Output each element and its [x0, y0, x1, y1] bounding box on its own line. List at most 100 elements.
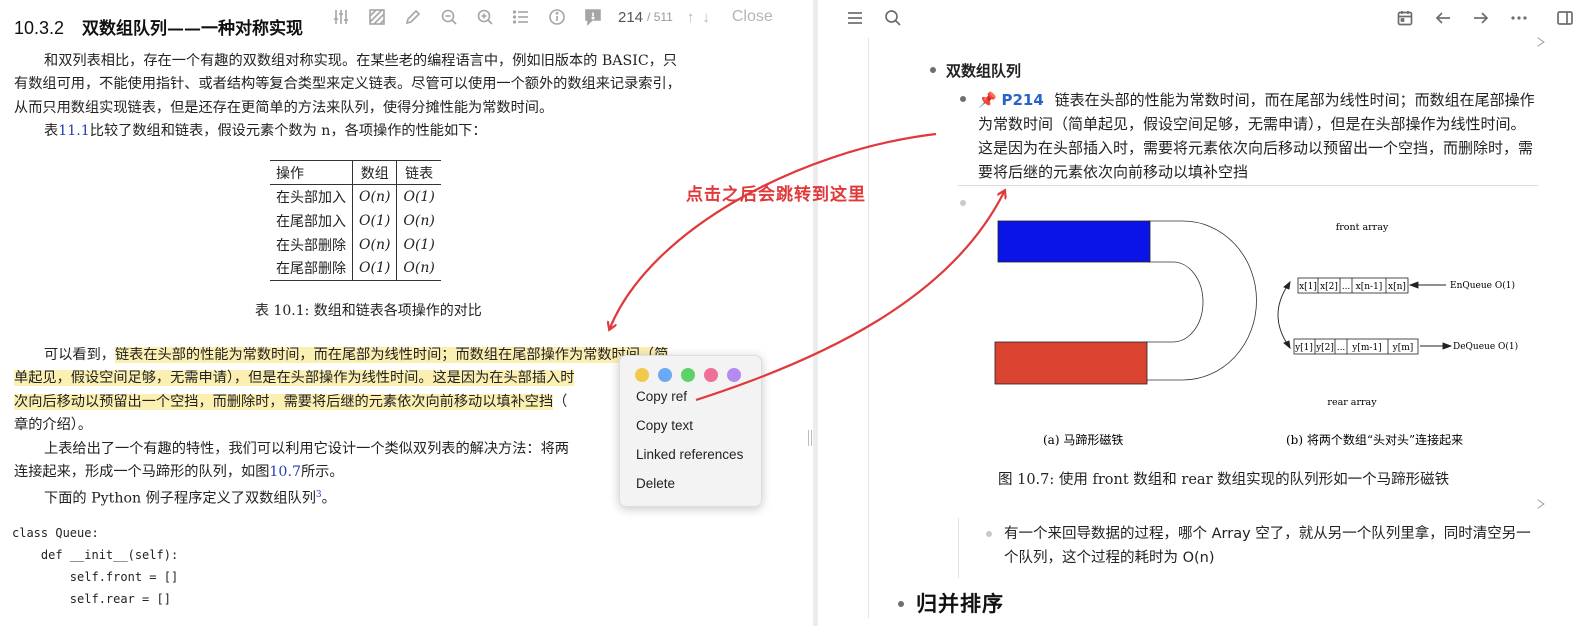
- table-row: 在头部删除 O(n) O(1): [270, 232, 441, 257]
- copy-ref-item[interactable]: Copy ref: [620, 382, 761, 411]
- pdf-viewer: 214 / 511 ↑ ↓ Close 10.3.2 双数组队列——一种对称实现 …: [0, 0, 812, 626]
- highlight[interactable]: 单起见，假设空间足够，无需申请），但是在头部操作为线性时间。这是因为在头部插入时: [14, 370, 575, 387]
- column-header: 数组: [352, 160, 398, 185]
- text-span: 所示。: [300, 464, 344, 481]
- array-cell: x[n]: [1388, 282, 1406, 292]
- front-array-cells: x[1] x[2] ... x[n-1] x[n]: [1297, 277, 1409, 294]
- magnet-blue-bar: [997, 220, 1151, 263]
- delete-item[interactable]: Delete: [620, 469, 761, 498]
- calendar-icon[interactable]: [1394, 7, 1416, 29]
- color-dot-green[interactable]: [681, 368, 695, 382]
- info-icon[interactable]: [546, 6, 568, 28]
- array-cell: x[1]: [1299, 282, 1317, 292]
- rear-array-label: rear array: [1327, 397, 1377, 408]
- code-line: self.rear = []: [12, 592, 171, 606]
- table-cell: O(1): [359, 212, 391, 229]
- rear-array-cells: y[1] y[2] ... y[m-1] y[m]: [1293, 338, 1419, 355]
- section-title: 双数组队列——一种对称实现: [82, 19, 304, 39]
- magnet-outer-arc: [1146, 220, 1257, 381]
- column-header: 链表: [405, 165, 434, 182]
- text-line: 有数组可用，不能使用指针、或者结构等复合类型来定义链表。尽管可以使用一个额外的数…: [14, 76, 681, 93]
- split-handle[interactable]: [808, 430, 812, 446]
- close-button[interactable]: Close: [732, 8, 773, 26]
- table-cell: O(n): [359, 236, 391, 253]
- table-cell: 在尾部删除: [270, 256, 353, 281]
- pdf-ref-block[interactable]: 📌 P214 链表在头部的性能为常数时间，而在尾部为线性时间；而数组在尾部操作为…: [978, 88, 1538, 184]
- highlight[interactable]: 次向后移动以预留出一个空挡，而删除时，需要将后继的元素依次向前移动以填补空挡: [14, 393, 554, 410]
- bullet-icon[interactable]: [960, 200, 966, 206]
- sidebar-toggle-icon[interactable]: [1554, 7, 1576, 29]
- magnet-inner-arc: [1146, 261, 1204, 343]
- page-down-button[interactable]: ↓: [702, 9, 710, 26]
- ref-page-link[interactable]: P214: [1001, 91, 1043, 109]
- copy-text-item[interactable]: Copy text: [620, 411, 761, 440]
- highlight[interactable]: 链表在头部的性能为常数时间，而在尾部为线性时间；而数组在尾部操作为常数时间（简: [114, 347, 669, 363]
- hatch-icon[interactable]: [366, 6, 388, 28]
- bullet-icon[interactable]: [986, 531, 992, 537]
- text-span: 连接起来，形成一个马蹄形的队列，如图: [14, 464, 270, 481]
- table-header-row: 操作 数组 链表: [270, 160, 441, 185]
- column-header: 操作: [270, 160, 353, 185]
- magnet-red-bar: [994, 341, 1148, 385]
- code-line: self.front = []: [12, 570, 179, 584]
- linked-references-item[interactable]: Linked references: [620, 440, 761, 469]
- text-line: 表11.1比较了数组和链表，假设元素个数为 n，各项操作的性能如下：: [14, 120, 730, 143]
- block-heading-queue[interactable]: 双数组队列: [946, 60, 1021, 81]
- array-cell: y[2]: [1315, 343, 1334, 353]
- table-row: 在头部加入 O(n) O(1): [270, 184, 441, 209]
- figure-ref-link[interactable]: 10.7: [269, 464, 301, 480]
- color-dot-purple[interactable]: [727, 368, 741, 382]
- highlight-color-picker: [620, 356, 761, 382]
- figure-caption: 图 10.7: 使用 front 数组和 rear 数组实现的队列形如一个马蹄形…: [998, 472, 1450, 488]
- table-ref-link[interactable]: 11.1: [58, 123, 90, 139]
- array-cell: ...: [1342, 282, 1351, 292]
- pencil-icon[interactable]: [402, 6, 424, 28]
- text-span: 。: [321, 491, 336, 508]
- subfig-b-caption: (b) 将两个数组“头对头”连接起来: [1286, 432, 1463, 447]
- list-icon[interactable]: [510, 6, 532, 28]
- page-up-button[interactable]: ↑: [687, 9, 695, 26]
- text-line: 从而只用数组实现链表，但是还存在更简单的方法来队列，使得分摊性能为常数时间。: [14, 99, 554, 116]
- note-block[interactable]: 有一个来回导数据的过程，哪个 Array 空了，就从另一个队列里拿，同时清空另一…: [1004, 522, 1539, 570]
- ops-table: 操作 数组 链表 在头部加入 O(n) O(1) 在尾部加入 O(1) O(n) 在头部…: [270, 160, 441, 281]
- code-block: class Queue: def __init__(self): self.fr…: [12, 522, 178, 610]
- bullet-icon[interactable]: [960, 96, 966, 102]
- bullet-icon[interactable]: [930, 67, 936, 73]
- text-line: 和双列表相比，存在一个有趣的双数组对称实现。在某些老的编程语言中，例如旧版本的 …: [44, 53, 678, 69]
- sliders-icon[interactable]: [330, 6, 352, 28]
- divider: [958, 185, 1538, 186]
- table-caption: 表 10.1: 数组和链表各项操作的对比: [255, 303, 482, 319]
- table-cell: O(1): [403, 188, 435, 205]
- back-arrow-icon[interactable]: [1432, 7, 1454, 29]
- forward-arrow-icon[interactable]: [1470, 7, 1492, 29]
- comment-icon[interactable]: [582, 6, 604, 28]
- more-icon[interactable]: [1508, 7, 1530, 29]
- dequeue-label: DeQueue O(1): [1453, 341, 1518, 352]
- color-dot-blue[interactable]: [658, 368, 672, 382]
- table-cell: 在头部删除: [270, 232, 353, 257]
- context-menu: Copy ref Copy text Linked references Del…: [619, 355, 762, 507]
- block-heading-merge-sort[interactable]: 归并排序: [916, 588, 1004, 618]
- zoom-out-icon[interactable]: [438, 6, 460, 28]
- code-line: class Queue:: [12, 526, 99, 540]
- section-heading: 10.3.2 双数组队列——一种对称实现: [14, 14, 303, 39]
- text-span: （: [553, 393, 568, 410]
- table-cell: O(n): [359, 188, 391, 205]
- bullet-icon[interactable]: [898, 601, 904, 607]
- subfig-a-caption: (a) 马蹄形磁铁: [1043, 432, 1123, 447]
- ref-text: 链表在头部的性能为常数时间，而在尾部为线性时间；而数组在尾部操作为常数时间（简单…: [978, 91, 1535, 181]
- notes-pane: 双数组队列 📌 P214 链表在头部的性能为常数时间，而在尾部为线性时间；而数组…: [818, 0, 1581, 626]
- section-number: 10.3.2: [14, 18, 65, 38]
- zoom-in-icon[interactable]: [474, 6, 496, 28]
- table-cell: 在尾部加入: [270, 208, 353, 233]
- color-dot-pink[interactable]: [704, 368, 718, 382]
- pin-icon: 📌: [978, 91, 997, 109]
- array-cell: y[1]: [1294, 343, 1313, 353]
- page-number[interactable]: 214: [618, 9, 643, 26]
- search-icon[interactable]: [882, 7, 904, 29]
- table-cell: O(n): [403, 212, 435, 229]
- menu-icon[interactable]: [844, 7, 866, 29]
- outline-guide: [958, 518, 959, 578]
- color-dot-yellow[interactable]: [635, 368, 649, 382]
- text-span: 表: [44, 123, 59, 140]
